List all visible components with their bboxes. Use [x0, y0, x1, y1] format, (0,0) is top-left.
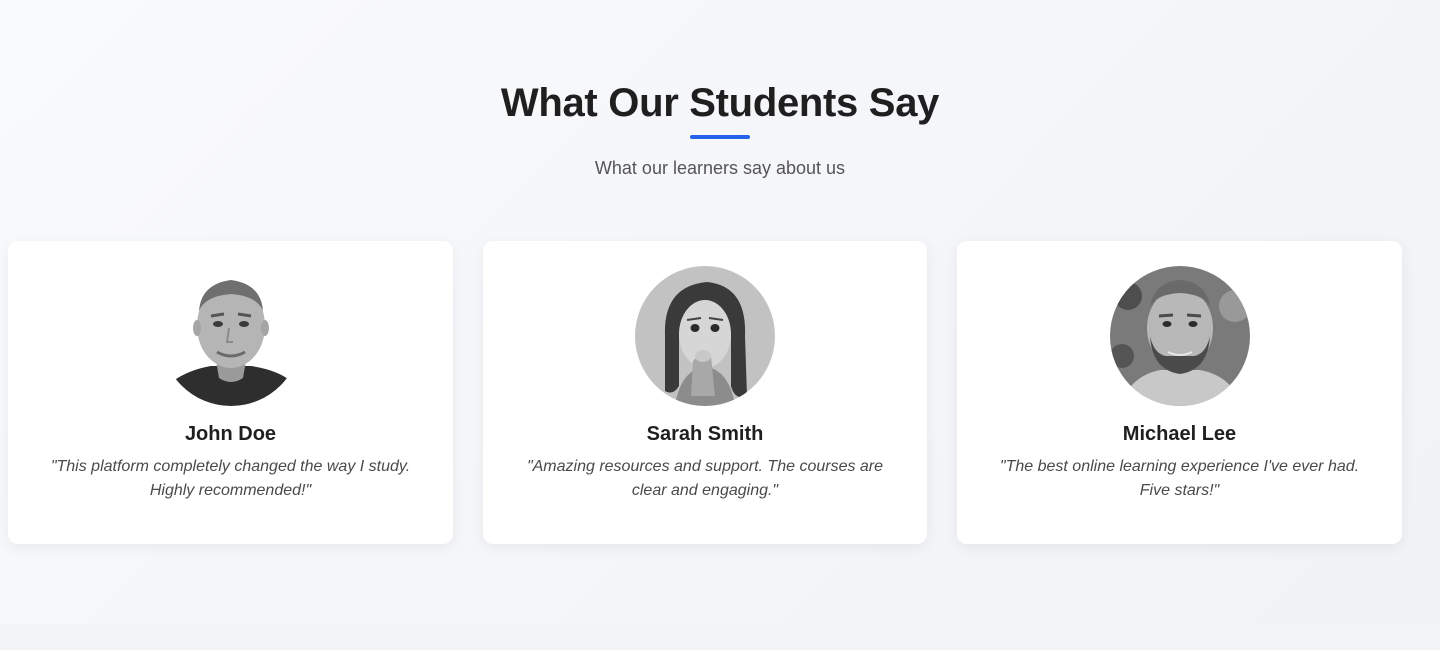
testimonials-section: What Our Students Say What our learners … — [0, 0, 1440, 624]
section-divider — [0, 624, 1440, 650]
testimonial-quote: "The best online learning experience I'v… — [999, 458, 1360, 499]
testimonial-card: John Doe "This platform completely chang… — [8, 241, 453, 544]
testimonial-quote: "Amazing resources and support. The cour… — [526, 458, 884, 499]
testimonial-name: John Doe — [184, 423, 277, 445]
section-subtitle: What our learners say about us — [594, 158, 846, 178]
testimonial-card: Michael Lee "The best online learning ex… — [957, 241, 1402, 544]
testimonial-card: Sarah Smith "Amazing resources and suppo… — [483, 241, 927, 544]
testimonial-name: Sarah Smith — [646, 423, 764, 445]
avatar — [635, 266, 775, 406]
avatar — [160, 266, 301, 406]
sarah-smith-avatar-icon — [635, 266, 775, 406]
avatar — [1109, 266, 1250, 406]
section-title: What Our Students Say — [500, 81, 940, 125]
michael-lee-avatar-icon — [1109, 266, 1250, 406]
testimonial-quote: "This platform completely changed the wa… — [50, 458, 411, 499]
testimonial-name: Michael Lee — [1122, 423, 1237, 445]
john-doe-avatar-icon — [160, 266, 301, 406]
title-underline — [690, 135, 750, 139]
